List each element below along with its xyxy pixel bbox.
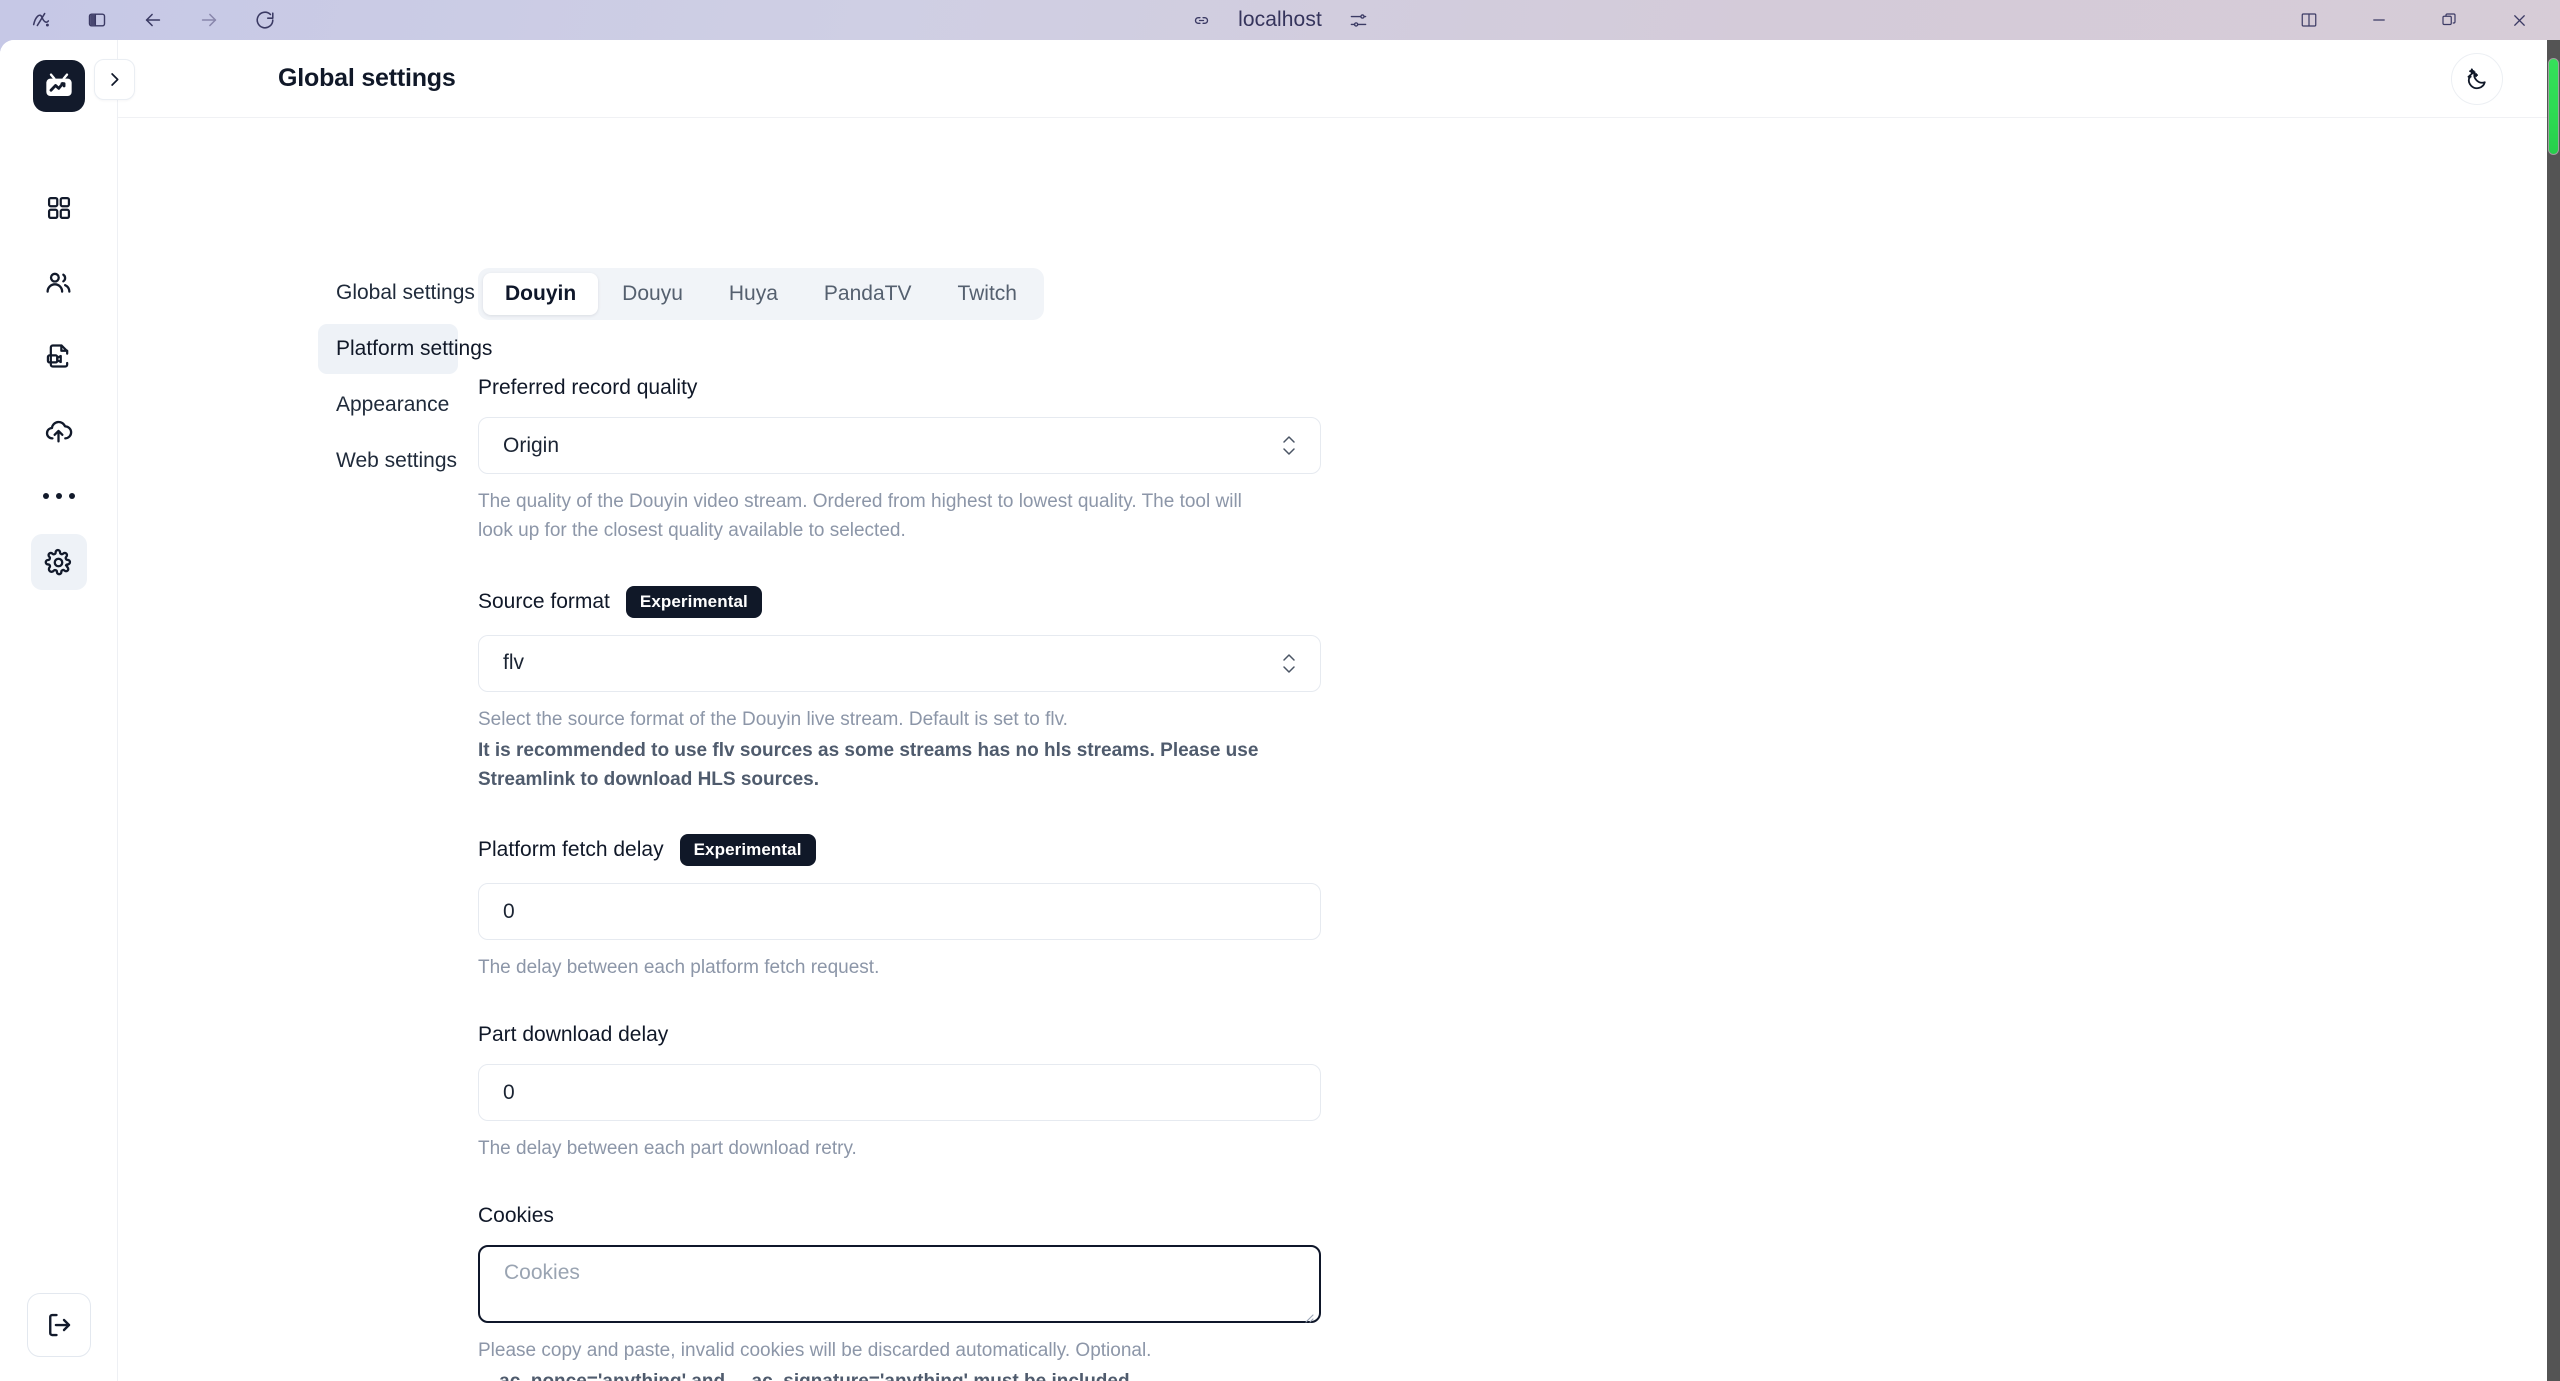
- page-title: Global settings: [278, 64, 456, 92]
- tab-douyu[interactable]: Douyu: [600, 273, 705, 315]
- part-delay-label: Part download delay: [478, 1023, 669, 1047]
- link-icon: [1186, 5, 1216, 35]
- arc-browser-logo-icon[interactable]: [26, 5, 56, 35]
- source-format-selected-value: flv: [503, 651, 524, 675]
- source-format-help-text: Select the source format of the Douyin l…: [478, 708, 1068, 730]
- url-text: localhost: [1238, 8, 1322, 31]
- settings-nav-item-appearance[interactable]: Appearance: [318, 380, 458, 430]
- tab-pandatv[interactable]: PandaTV: [802, 273, 934, 315]
- source-format-label: Source format: [478, 589, 610, 613]
- sidebar-item-more[interactable]: [31, 476, 87, 516]
- field-label-row: Source format Experimental: [478, 585, 2547, 618]
- field-label-row: Platform fetch delay Experimental: [478, 834, 2547, 867]
- window-controls: [2294, 5, 2534, 35]
- cookies-textarea[interactable]: Cookies: [478, 1245, 1321, 1324]
- fetch-delay-input[interactable]: 0: [478, 883, 1321, 941]
- logout-button[interactable]: [26, 1293, 91, 1357]
- field-label-row: Cookies: [478, 1204, 2547, 1228]
- cookies-help-text: Please copy and paste, invalid cookies w…: [478, 1340, 1152, 1362]
- maximize-icon[interactable]: [2434, 5, 2464, 35]
- settings-nav: Global settings Platform settings Appear…: [118, 268, 492, 1381]
- part-delay-input[interactable]: 0: [478, 1064, 1321, 1122]
- sidebar-item-recordings[interactable]: [31, 328, 87, 384]
- sidebar-item-dashboard[interactable]: [31, 180, 87, 236]
- browser-chrome: localhost: [0, 0, 2560, 40]
- page-scrollbar-thumb[interactable]: [2548, 58, 2559, 155]
- fetch-delay-label: Platform fetch delay: [478, 838, 664, 862]
- chevron-updown-icon: [1282, 435, 1296, 456]
- field-source-format: Source format Experimental flv Select th…: [478, 585, 2547, 795]
- page-topbar: Global settings: [94, 40, 2547, 118]
- settings-nav-item-global[interactable]: Global settings: [318, 268, 475, 318]
- moon-stars-icon[interactable]: [2451, 52, 2503, 105]
- sidebar-item-uploads[interactable]: [31, 402, 87, 458]
- field-cookies: Cookies Cookies Please copy and paste, i…: [478, 1204, 2547, 1381]
- sidebar-items: [30, 180, 87, 590]
- fetch-delay-help-text: The delay between each platform fetch re…: [478, 957, 880, 979]
- experimental-badge: Experimental: [625, 585, 762, 618]
- settings-nav-item-platform[interactable]: Platform settings: [318, 324, 492, 374]
- page-scrollbar-track[interactable]: [2547, 40, 2560, 1381]
- field-platform-fetch-delay: Platform fetch delay Experimental 0 The …: [478, 834, 2547, 983]
- cookies-label: Cookies: [478, 1204, 554, 1228]
- sidebar-bottom: [26, 1293, 91, 1357]
- settings-nav-item-web[interactable]: Web settings: [318, 436, 458, 486]
- platform-tabbar: Douyin Douyu Huya PandaTV Twitch: [478, 268, 1044, 320]
- settings-content: Global settings Platform settings Appear…: [118, 118, 2547, 1381]
- part-delay-value: 0: [503, 1080, 515, 1104]
- content-scroll-area: Global settings Platform settings Appear…: [118, 118, 2547, 1381]
- source-format-warning-text: It is recommended to use flv sources as …: [478, 739, 1259, 790]
- sidebar-item-settings[interactable]: [30, 534, 87, 590]
- split-view-icon[interactable]: [2294, 5, 2324, 35]
- app-window: Global settings Global settings Platform…: [0, 40, 2547, 1381]
- tab-douyin[interactable]: Douyin: [483, 273, 599, 315]
- field-preferred-record-quality: Preferred record quality Origin The qual…: [478, 376, 2547, 546]
- platform-settings-panel: Douyin Douyu Huya PandaTV Twitch Preferr…: [458, 268, 2547, 1381]
- chevron-right-icon[interactable]: [94, 59, 135, 100]
- close-icon[interactable]: [2504, 5, 2534, 35]
- cookies-requirement-text: __ac_nonce='anything' and __ac_signature…: [478, 1368, 1268, 1381]
- quality-selected-value: Origin: [503, 433, 560, 457]
- experimental-badge: Experimental: [679, 834, 816, 867]
- sliders-icon[interactable]: [1344, 5, 1374, 35]
- quality-label: Preferred record quality: [478, 376, 698, 399]
- field-label-row: Preferred record quality: [478, 376, 2547, 400]
- sidebar-item-streamers[interactable]: [31, 254, 87, 310]
- resize-handle-icon[interactable]: [1302, 1305, 1314, 1323]
- tab-twitch[interactable]: Twitch: [935, 273, 1039, 315]
- browser-nav-controls: [26, 5, 280, 35]
- field-part-download-delay: Part download delay 0 The delay between …: [478, 1023, 2547, 1164]
- app-sidebar-rail: [0, 40, 118, 1381]
- quality-select[interactable]: Origin: [478, 417, 1321, 474]
- minimize-icon[interactable]: [2364, 5, 2394, 35]
- quality-help-text: The quality of the Douyin video stream. …: [478, 491, 1242, 541]
- main-column: Global settings Global settings Platform…: [94, 40, 2547, 1381]
- reload-icon[interactable]: [250, 5, 280, 35]
- back-arrow-icon[interactable]: [138, 5, 168, 35]
- cookies-placeholder: Cookies: [504, 1261, 580, 1285]
- forward-arrow-icon[interactable]: [194, 5, 224, 35]
- fetch-delay-value: 0: [503, 899, 515, 923]
- sidebar-toggle-icon[interactable]: [82, 5, 112, 35]
- ellipsis-icon: [68, 493, 75, 499]
- chevron-updown-icon: [1282, 653, 1296, 674]
- tab-huya[interactable]: Huya: [707, 273, 800, 315]
- source-format-select[interactable]: flv: [478, 634, 1321, 692]
- ellipsis-icon: [42, 493, 49, 499]
- part-delay-help-text: The delay between each part download ret…: [478, 1138, 857, 1160]
- field-label-row: Part download delay: [478, 1023, 2547, 1047]
- browser-address-bar[interactable]: localhost: [0, 5, 2560, 35]
- ellipsis-icon: [55, 493, 62, 499]
- tv-logo-icon[interactable]: [32, 60, 85, 112]
